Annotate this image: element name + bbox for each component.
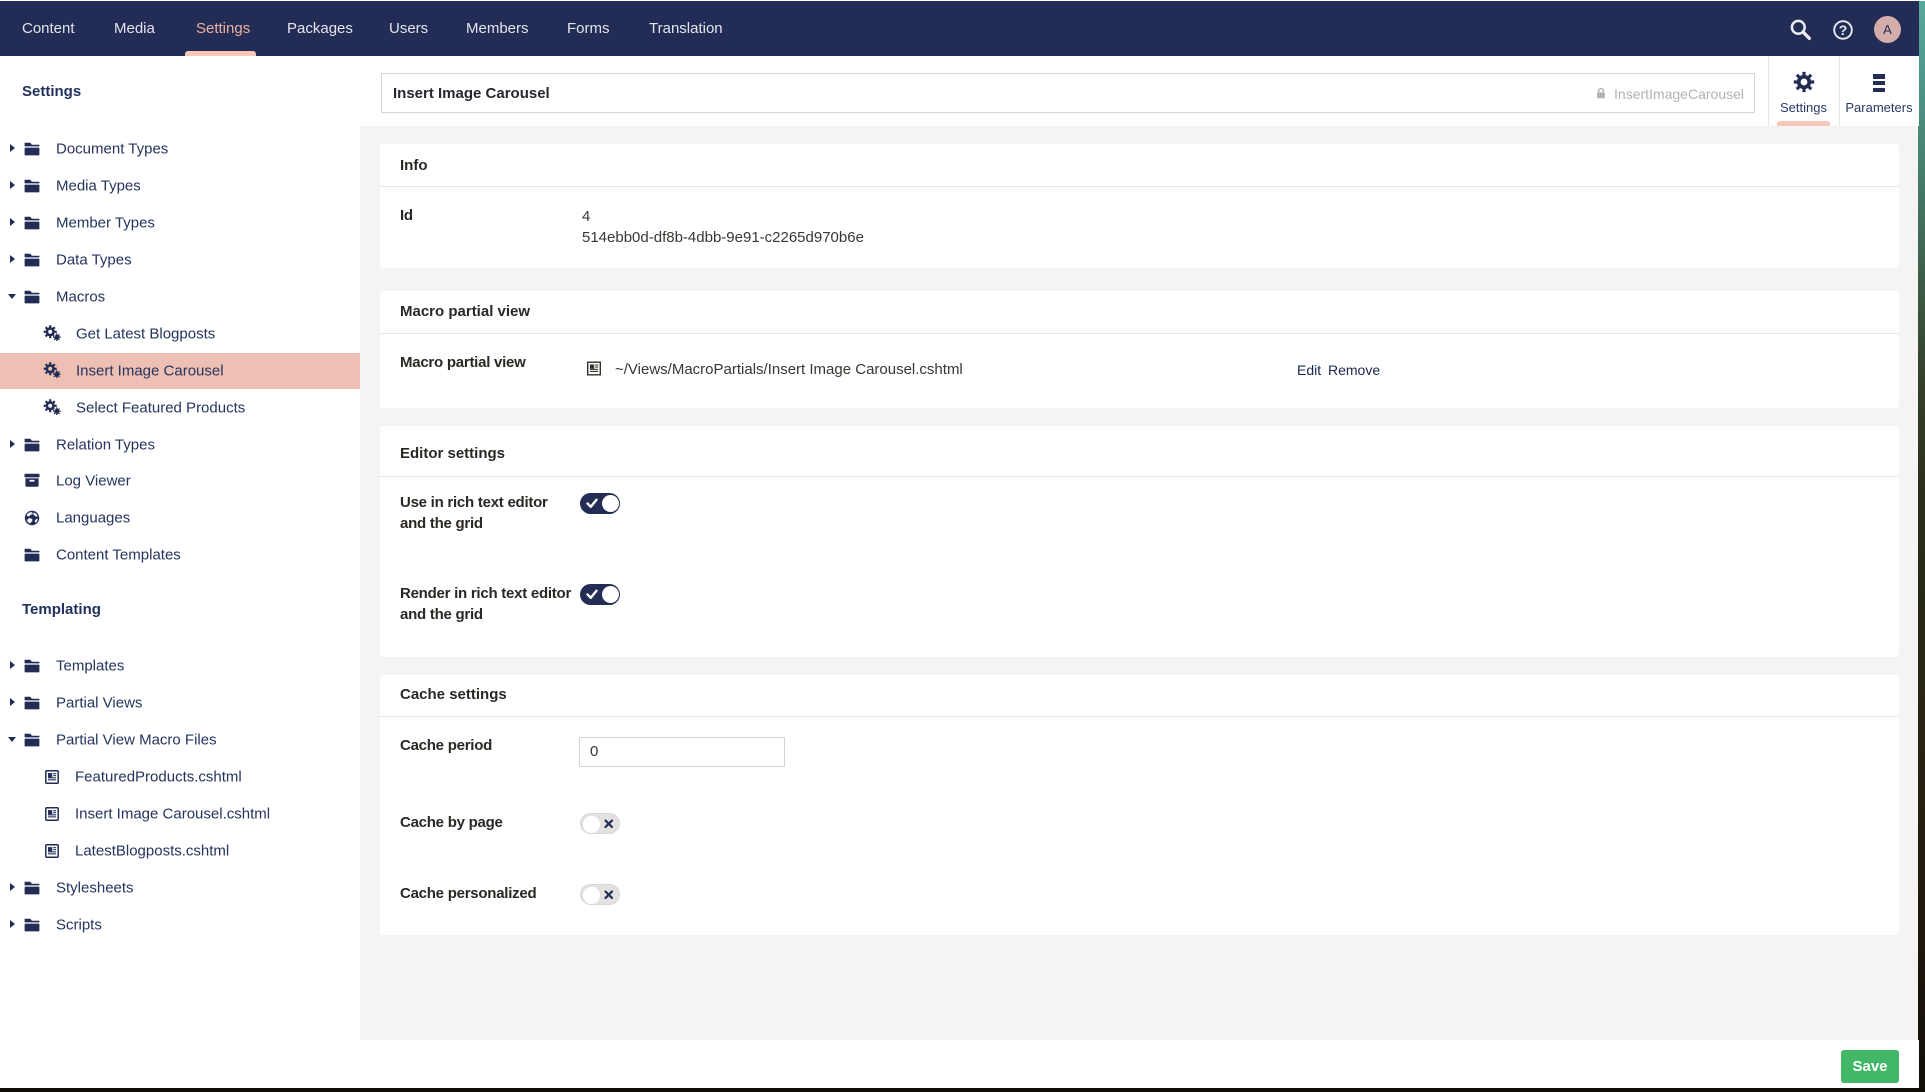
svg-text:?: ? [1839,21,1848,37]
